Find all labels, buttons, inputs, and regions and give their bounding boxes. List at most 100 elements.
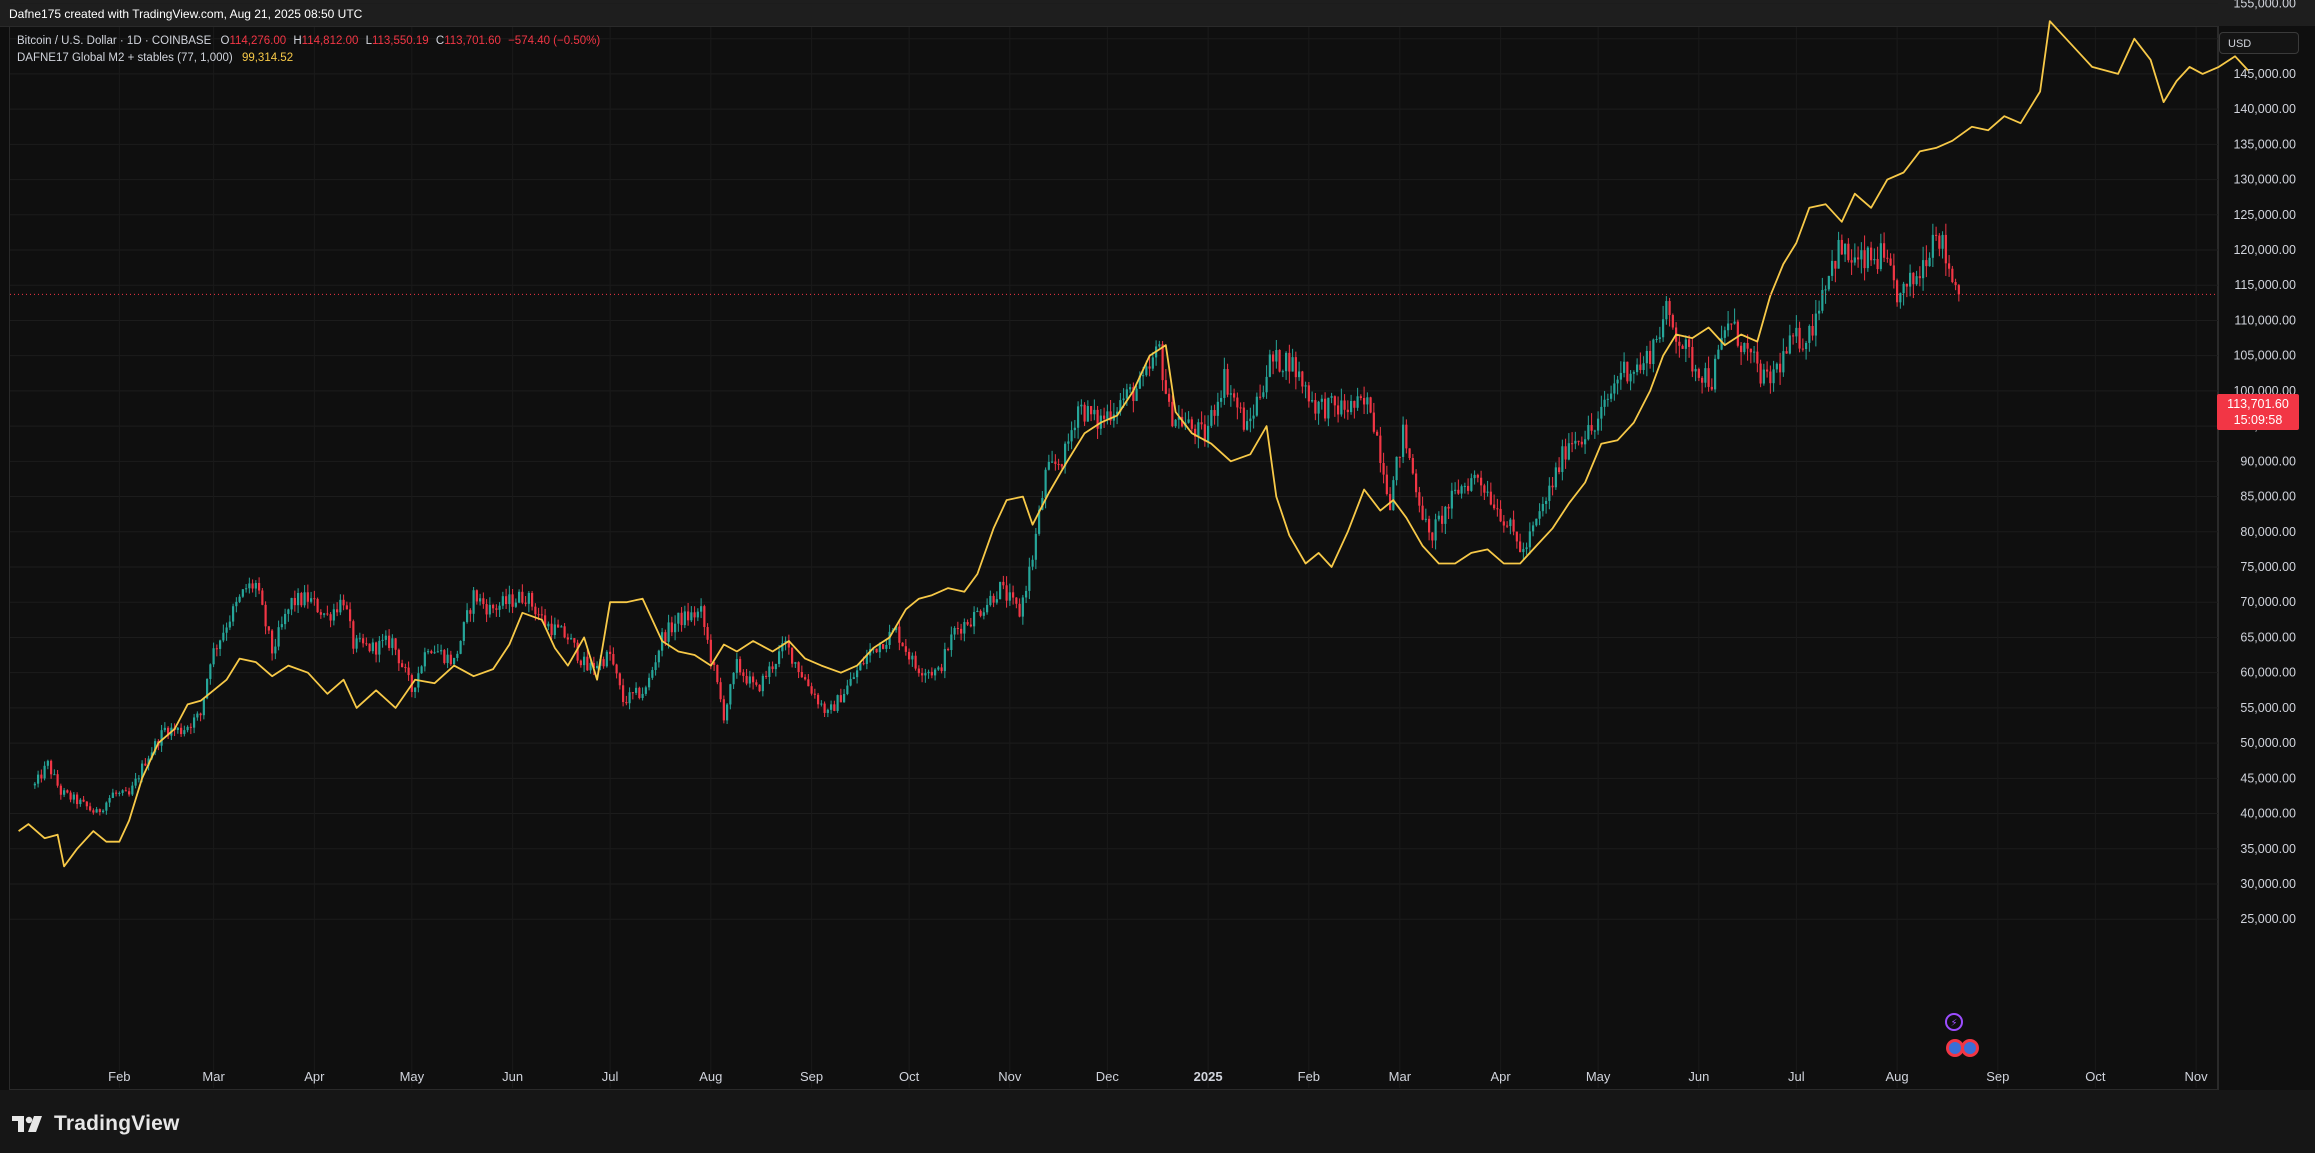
chart-canvas[interactable]: 25,000.00 30,000.00 35,000.00 40,000.00 45,0… [0, 0, 2315, 1090]
candle [95, 806, 98, 813]
candle [1291, 348, 1294, 372]
close-value: 113,701.60 [444, 35, 501, 47]
candle [137, 775, 140, 783]
y-tick-label: 135,000.00 [2233, 137, 2296, 151]
candle [1831, 249, 1834, 281]
candle [199, 712, 202, 722]
candle [1489, 482, 1492, 506]
candle [1337, 396, 1340, 423]
candle [222, 624, 225, 643]
grid-lines [10, 2, 2218, 1088]
candle [547, 621, 550, 631]
candle [1870, 241, 1873, 266]
candle [323, 612, 326, 618]
candle [505, 588, 508, 609]
candle [1203, 415, 1206, 447]
footer-bar [0, 1090, 2315, 1153]
indicator-legend[interactable]: DAFNE17 Global M2 + stables (77, 1,000) … [17, 52, 293, 64]
candle [583, 652, 586, 672]
low-value: 113,550.19 [371, 35, 429, 47]
candle [1031, 555, 1034, 571]
candle [1096, 405, 1099, 439]
candle [1236, 392, 1239, 420]
candle [381, 633, 384, 648]
candle [1629, 370, 1632, 391]
x-tick-label: Sep [800, 1069, 823, 1084]
y-tick-label: 90,000.00 [2240, 454, 2296, 468]
candle [1359, 394, 1362, 401]
candle [1392, 476, 1395, 511]
y-tick-label: 55,000.00 [2240, 701, 2296, 715]
lightning-glyph: ⚡ [1950, 1018, 1957, 1029]
candle [1252, 404, 1255, 429]
candle [469, 608, 472, 622]
candle [1951, 265, 1954, 284]
candle [1411, 453, 1414, 475]
candle [609, 645, 612, 661]
candle [1873, 248, 1876, 265]
candle [1018, 598, 1021, 618]
candle [566, 633, 569, 645]
currency-button[interactable]: USD [2219, 32, 2299, 54]
candle [1249, 407, 1252, 433]
candle [865, 649, 868, 670]
candle [329, 612, 332, 628]
candle [1350, 394, 1353, 415]
candle [1753, 345, 1756, 363]
candle [644, 685, 647, 696]
candle [1054, 454, 1057, 471]
candle [241, 588, 244, 598]
candle [1086, 400, 1089, 422]
candle [144, 758, 147, 767]
candle [1246, 409, 1249, 431]
candle [596, 661, 599, 670]
candle [1421, 496, 1424, 521]
candle [76, 792, 79, 809]
candle [332, 603, 335, 626]
candle [1366, 392, 1369, 415]
candle [612, 647, 615, 666]
candle [716, 664, 719, 685]
candle [287, 608, 290, 622]
us-flag-inner [1949, 1042, 1961, 1054]
candle [443, 649, 446, 665]
candle [1379, 426, 1382, 473]
candle [449, 650, 452, 667]
candle [1155, 340, 1158, 366]
m2-line [18, 20, 2249, 868]
candle [251, 579, 254, 593]
candle [885, 640, 888, 653]
candle [657, 649, 660, 668]
candle [219, 639, 222, 657]
candle [1298, 361, 1301, 381]
candle [839, 688, 842, 703]
candle [846, 679, 849, 696]
us-flag-inner-2 [1964, 1042, 1976, 1054]
candle [1382, 452, 1385, 484]
candle [277, 620, 280, 651]
candle [1655, 335, 1658, 343]
candle [908, 648, 911, 665]
candle [1028, 557, 1031, 600]
candle [1827, 275, 1830, 292]
candle [1320, 394, 1323, 410]
candle [89, 802, 92, 812]
candle [800, 665, 803, 678]
candle [375, 641, 378, 663]
candle [267, 626, 270, 635]
candle [1909, 264, 1912, 297]
candle [134, 772, 137, 789]
candle [1522, 542, 1525, 561]
candle [1610, 385, 1613, 403]
indicator-name: DAFNE17 Global M2 + stables (77, 1,000) [17, 52, 233, 64]
candle [735, 653, 738, 679]
candle [37, 770, 40, 788]
candle [1034, 527, 1037, 570]
high-value: 114,812.00 [301, 35, 359, 47]
candle [758, 684, 761, 693]
candle [950, 626, 953, 657]
tradingview-logo[interactable]: TradingView [12, 1112, 180, 1136]
candle [622, 678, 625, 707]
candle [1684, 335, 1687, 363]
candle [1103, 407, 1106, 429]
